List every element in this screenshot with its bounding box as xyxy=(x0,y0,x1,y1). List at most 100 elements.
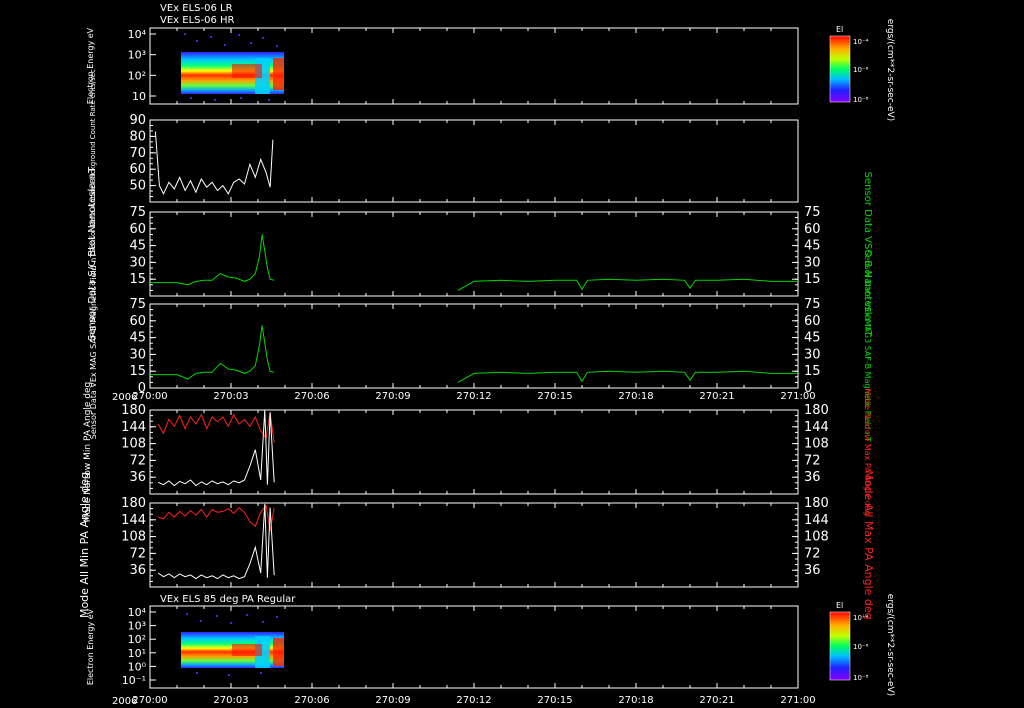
y-tick-label-right: 0 xyxy=(804,381,812,396)
bottom-panel-title: VEx ELS 85 deg PA Regular xyxy=(160,594,296,605)
x-tick-label: 270:15 xyxy=(537,391,572,402)
y-tick-label: 36 xyxy=(129,470,146,485)
y-tick-label-right: 60 xyxy=(804,314,821,329)
svg-text:Mode All Max PA Angle deg: Mode All Max PA Angle deg xyxy=(862,470,875,619)
panel-all-pa xyxy=(149,502,799,588)
header-line1: VEx ELS-06 LR xyxy=(160,3,233,14)
y-tick-label: 45 xyxy=(129,331,146,346)
y-tick-label: 10³ xyxy=(128,620,146,633)
y-tick-label: 72 xyxy=(129,453,146,468)
y-tick-label-right: 15 xyxy=(804,364,821,379)
x-tick-label: 270:06 xyxy=(294,695,329,706)
y-tick-label: 30 xyxy=(129,255,146,270)
x-tick-label: 270:00 xyxy=(132,695,167,706)
x-tick-label: 270:15 xyxy=(537,695,572,706)
colorbar-units-top: ergs/(cm**2-sr-sec-eV) xyxy=(885,19,895,121)
y-tick-label: 180 xyxy=(121,403,146,418)
y-tick-label: 180 xyxy=(121,496,146,511)
y-tick-label: 60 xyxy=(129,314,146,329)
x-tick-label: 271:00 xyxy=(780,695,815,706)
y-tick-label: 75 xyxy=(129,297,146,312)
header-line2: VEx ELS-06 HR xyxy=(160,15,235,26)
x-tick-label: 270:09 xyxy=(375,391,410,402)
ylabel-energy-bottom: Electron Energy eV xyxy=(86,608,95,685)
colorbar-tick-bottom-1: 10⁻⁶ xyxy=(853,643,869,651)
x-tick-label: 270:03 xyxy=(213,391,248,402)
y-tick-label: 10⁴ xyxy=(128,28,147,41)
x-tick-label: 270:12 xyxy=(456,391,491,402)
x-tick-label: 270:12 xyxy=(456,695,491,706)
colorbar-units-bottom: ergs/(cm**2-sr-sec-eV) xyxy=(885,594,895,696)
colorbar-tick-top-2: 10⁻⁸ xyxy=(853,96,869,104)
x-tick-label: 270:21 xyxy=(699,695,734,706)
y-tick-label-right: 75 xyxy=(804,297,821,312)
colorbar-tick-bottom-2: 10⁻⁸ xyxy=(853,674,869,682)
colorbar-bottom: El 10⁻⁴ 10⁻⁶ 10⁻⁸ xyxy=(829,601,869,682)
y-tick-label-right: 108 xyxy=(804,530,829,545)
y-tick-label-right: 144 xyxy=(804,420,829,435)
y-tick-label-right: 45 xyxy=(804,239,821,254)
series-line-b-saf-0 xyxy=(150,325,275,380)
y-tick-label: 10 xyxy=(132,90,146,103)
y-tick-label-right: 72 xyxy=(804,546,821,561)
y-tick-label-right: 180 xyxy=(804,496,829,511)
svg-text:Electron Energy eV: Electron Energy eV xyxy=(86,608,95,685)
colorbar-tick-bottom-0: 10⁻⁴ xyxy=(853,614,869,622)
y-tick-label: 10⁻¹ xyxy=(122,674,146,687)
y-tick-label: 10⁰ xyxy=(128,660,147,673)
y-tick-label: 75 xyxy=(129,205,146,220)
series-line-background-counts-0 xyxy=(154,131,274,195)
y-tick-label: 10⁴ xyxy=(128,606,147,619)
y-tick-label: 36 xyxy=(129,563,146,578)
panel-background-counts xyxy=(149,119,799,203)
y-tick-label: 30 xyxy=(129,347,146,362)
y-tick-label: 15 xyxy=(129,272,146,287)
figure: VEx ELS-06 LR VEx ELS-06 HR VEx ELS 85 d… xyxy=(78,3,895,707)
y-tick-label-right: 30 xyxy=(804,255,821,270)
y-tick-label: 0 xyxy=(138,381,146,396)
x-tick-label: 270:18 xyxy=(618,695,653,706)
svg-text:Mode All Min PA Angle deg: Mode All Min PA Angle deg xyxy=(78,472,91,618)
panel-b-saf xyxy=(149,303,799,389)
y-tick-label: 80 xyxy=(129,129,146,144)
y-tick-label-right: 15 xyxy=(804,272,821,287)
y-tick-label-right: 30 xyxy=(804,347,821,362)
colorbar-title-bottom: El xyxy=(836,601,843,610)
y-tick-label: 15 xyxy=(129,364,146,379)
series-line-all-pa-0 xyxy=(157,504,275,532)
y-tick-label: 10³ xyxy=(128,49,146,62)
x-tick-label: 270:09 xyxy=(375,695,410,706)
colorbar-title-top: El xyxy=(836,25,843,34)
series-line-bmag-1 xyxy=(457,278,798,291)
y-tick-label: 10² xyxy=(128,633,146,646)
y-tick-label: 108 xyxy=(121,437,146,452)
y-tick-label-right: 108 xyxy=(804,437,829,452)
series-line-narrow-pa-0 xyxy=(157,412,275,443)
svg-text:ergs/(cm**2-sr-sec-eV): ergs/(cm**2-sr-sec-eV) xyxy=(885,594,895,696)
y-tick-label-right: 36 xyxy=(804,470,821,485)
y-tick-label: 45 xyxy=(129,239,146,254)
y-tick-label: 72 xyxy=(129,546,146,561)
y-tick-label-right: 144 xyxy=(804,513,829,528)
y-tick-label: 10² xyxy=(128,69,146,82)
y-tick-label: 144 xyxy=(121,513,146,528)
colorbar-top: El 10⁻⁴ 10⁻⁶ 10⁻⁸ xyxy=(829,25,869,104)
x-tick-label: 270:06 xyxy=(294,391,329,402)
ylabel-right-all-pa: Mode All Max PA Angle deg xyxy=(862,470,875,619)
y-tick-label-right: 75 xyxy=(804,205,821,220)
spectrogram-top xyxy=(181,33,284,101)
y-tick-label: 144 xyxy=(121,420,146,435)
panel-bmag xyxy=(149,211,799,297)
y-tick-label: 108 xyxy=(121,530,146,545)
x-tick-label: 270:21 xyxy=(699,391,734,402)
y-tick-label: 60 xyxy=(129,222,146,237)
spectrogram-bottom xyxy=(181,613,284,676)
y-tick-label: 90 xyxy=(129,113,146,128)
x-tick-label: 270:03 xyxy=(213,695,248,706)
colorbar-tick-top-1: 10⁻⁶ xyxy=(853,66,869,74)
colorbar-tick-top-0: 10⁻⁴ xyxy=(853,38,869,46)
y-tick-label: 10¹ xyxy=(128,647,146,660)
y-tick-label: 70 xyxy=(129,146,146,161)
y-tick-label-right: 180 xyxy=(804,403,829,418)
y-tick-label-right: 72 xyxy=(804,453,821,468)
